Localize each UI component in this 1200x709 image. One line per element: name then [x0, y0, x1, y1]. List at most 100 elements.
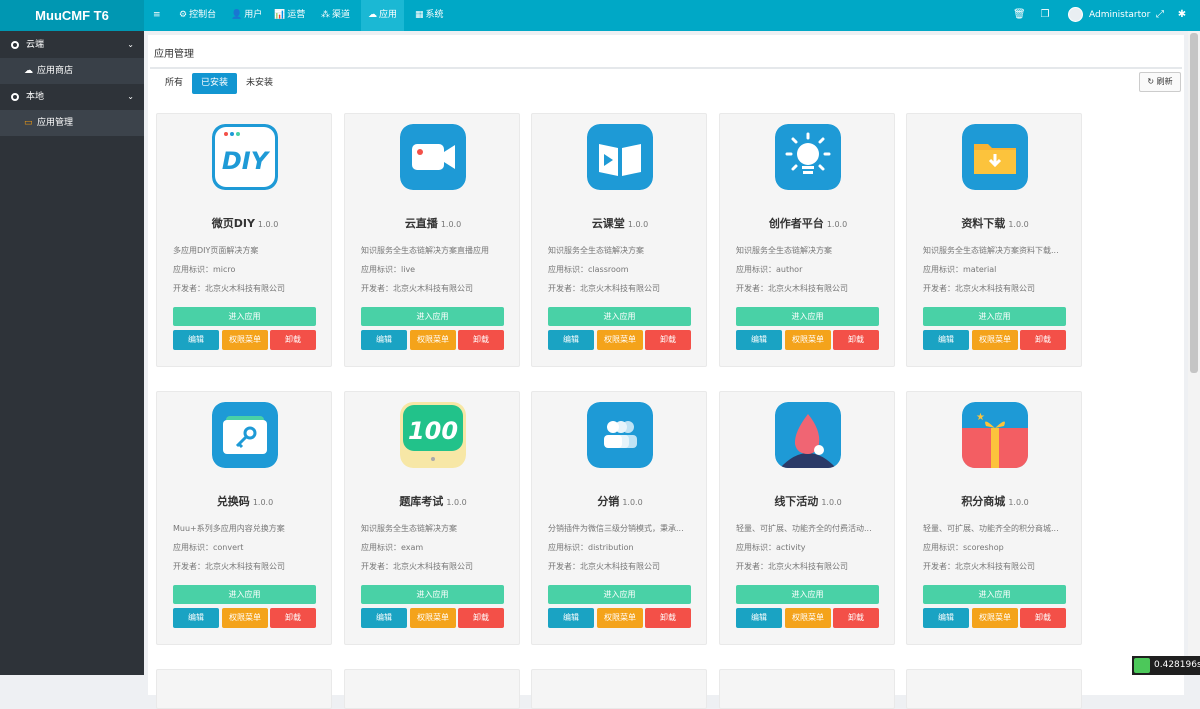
app-card: 云课堂 1.0.0 知识服务全生态链解决方案 应用标识：classroom 开发者：北京…: [531, 113, 707, 367]
uninstall-button[interactable]: 卸载: [1020, 608, 1066, 628]
people-group-icon[interactable]: [587, 402, 653, 468]
edit-button[interactable]: 编辑: [923, 608, 969, 628]
folder-download-icon[interactable]: [962, 124, 1028, 190]
refresh-button[interactable]: ↻ 刷新: [1139, 72, 1181, 92]
debug-timer[interactable]: 0.428196s: [1132, 656, 1200, 675]
diy-icon[interactable]: DIY: [212, 124, 278, 190]
permissions-menu-button[interactable]: 权限菜单: [597, 330, 643, 350]
app-identifier: 应用标识：classroom: [548, 264, 698, 275]
app-name: 创作者平台: [768, 217, 824, 230]
enter-app-button[interactable]: 进入应用: [736, 585, 879, 604]
menu-toggle-button[interactable]: ≡: [146, 0, 168, 31]
enter-app-button[interactable]: 进入应用: [923, 307, 1066, 326]
enter-app-button[interactable]: 进入应用: [361, 585, 504, 604]
edit-button[interactable]: 编辑: [361, 608, 407, 628]
nav-dashboard[interactable]: ⚙ 控制台: [172, 0, 223, 31]
edit-button[interactable]: 编辑: [923, 330, 969, 350]
developer-label: 开发者：: [173, 284, 205, 293]
nav-label: 应用: [379, 10, 398, 20]
chevron-down-icon: ⌄: [127, 92, 134, 101]
enter-app-button[interactable]: 进入应用: [361, 307, 504, 326]
uninstall-button[interactable]: 卸载: [833, 330, 879, 350]
edit-button[interactable]: 编辑: [736, 330, 782, 350]
refresh-icon: ↻: [1147, 77, 1155, 86]
app-version: 1.0.0: [446, 498, 467, 507]
uninstall-button[interactable]: 卸载: [458, 330, 504, 350]
enter-app-button[interactable]: 进入应用: [923, 585, 1066, 604]
enter-app-button[interactable]: 进入应用: [173, 307, 316, 326]
edit-button[interactable]: 编辑: [736, 608, 782, 628]
main-content: 应用管理 所有 已安装 未安装 ↻ 刷新 DIY 微页DIY 1.0.0 多应用DIY…: [144, 31, 1188, 709]
uninstall-button[interactable]: 卸载: [833, 608, 879, 628]
flame-icon[interactable]: [775, 402, 841, 468]
username-label[interactable]: Administartor: [1089, 0, 1150, 31]
nav-operations[interactable]: 📊 运营: [267, 0, 312, 31]
permissions-menu-button[interactable]: 权限菜单: [785, 330, 831, 350]
sidebar-group-local[interactable]: 本地 ⌄: [0, 84, 144, 110]
app-identifier: 应用标识：live: [361, 264, 511, 275]
permissions-menu-button[interactable]: 权限菜单: [222, 608, 268, 628]
nav-users[interactable]: 👤 用户: [224, 0, 269, 31]
sidebar-group-cloud[interactable]: 云端 ⌄: [0, 32, 144, 58]
edit-button[interactable]: 编辑: [548, 608, 594, 628]
sidebar-item-app-management[interactable]: ▭ 应用管理: [0, 110, 144, 136]
app-name: 云直播: [404, 217, 438, 230]
permissions-menu-button[interactable]: 权限菜单: [972, 608, 1018, 628]
developer-value: 北京火木科技有限公司: [205, 562, 285, 571]
uninstall-button[interactable]: 卸载: [270, 330, 316, 350]
app-description: 知识服务全生态链解决方案直播应用: [361, 246, 489, 255]
enter-app-button[interactable]: 进入应用: [736, 307, 879, 326]
key-card-icon[interactable]: [212, 402, 278, 468]
open-book-icon[interactable]: [587, 124, 653, 190]
app-name: 资料下载: [961, 217, 1006, 230]
app-card: ★ 积分商城 1.0.0 轻量、可扩展、功能齐全的积分商城... 应用标识：scores…: [906, 391, 1082, 645]
uninstall-button[interactable]: 卸载: [458, 608, 504, 628]
permissions-menu-button[interactable]: 权限菜单: [785, 608, 831, 628]
tab-not-installed[interactable]: 未安装: [237, 73, 282, 94]
nav-apps[interactable]: ☁ 应用: [361, 0, 405, 31]
nav-label: 系统: [425, 10, 444, 20]
trash-icon[interactable]: 🗑: [1013, 9, 1026, 21]
identifier-label: 应用标识：: [361, 265, 401, 274]
video-camera-icon[interactable]: [400, 124, 466, 190]
permissions-menu-button[interactable]: 权限菜单: [972, 330, 1018, 350]
app-developer: 开发者：北京火木科技有限公司: [173, 283, 323, 294]
permissions-menu-button[interactable]: 权限菜单: [222, 330, 268, 350]
identifier-value: micro: [213, 265, 236, 274]
uninstall-button[interactable]: 卸载: [1020, 330, 1066, 350]
permissions-menu-button[interactable]: 权限菜单: [410, 330, 456, 350]
fullscreen-icon[interactable]: ⤢: [1154, 9, 1166, 21]
edit-button[interactable]: 编辑: [548, 330, 594, 350]
developer-value: 北京火木科技有限公司: [768, 562, 848, 571]
tab-installed[interactable]: 已安装: [192, 73, 238, 94]
uninstall-button[interactable]: 卸载: [270, 608, 316, 628]
brand-logo[interactable]: MuuCMF T6: [0, 0, 144, 31]
nav-system[interactable]: ▦ 系统: [408, 0, 451, 31]
enter-app-button[interactable]: 进入应用: [548, 585, 691, 604]
edit-button[interactable]: 编辑: [361, 330, 407, 350]
sidebar-group-label: 本地: [26, 92, 45, 102]
app-version: 1.0.0: [440, 220, 462, 229]
avatar[interactable]: [1068, 7, 1083, 22]
uninstall-button[interactable]: 卸载: [645, 330, 691, 350]
sidebar: 云端 ⌄ ☁ 应用商店 本地 ⌄ ▭ 应用管理: [0, 31, 144, 675]
gift-box-icon[interactable]: ★: [962, 402, 1028, 468]
settings-icon[interactable]: ✱: [1176, 9, 1188, 21]
permissions-menu-button[interactable]: 权限菜单: [410, 608, 456, 628]
light-bulb-icon[interactable]: [775, 124, 841, 190]
score-100-icon[interactable]: 100: [400, 402, 466, 468]
enter-app-button[interactable]: 进入应用: [173, 585, 316, 604]
edit-button[interactable]: 编辑: [173, 330, 219, 350]
sidebar-item-app-store[interactable]: ☁ 应用商店: [0, 58, 144, 84]
permissions-menu-button[interactable]: 权限菜单: [597, 608, 643, 628]
nav-channels[interactable]: ⁂ 渠道: [314, 0, 357, 31]
enter-app-button[interactable]: 进入应用: [548, 307, 691, 326]
circle-icon: [11, 41, 19, 49]
scrollbar-thumb[interactable]: [1190, 33, 1198, 373]
copy-icon[interactable]: ❐: [1039, 9, 1051, 21]
developer-label: 开发者：: [361, 284, 393, 293]
tab-all[interactable]: 所有: [156, 73, 192, 94]
uninstall-button[interactable]: 卸载: [645, 608, 691, 628]
app-card: 创作者平台 1.0.0 知识服务全生态链解决方案 应用标识：author 开发者：北京火…: [719, 113, 895, 367]
edit-button[interactable]: 编辑: [173, 608, 219, 628]
